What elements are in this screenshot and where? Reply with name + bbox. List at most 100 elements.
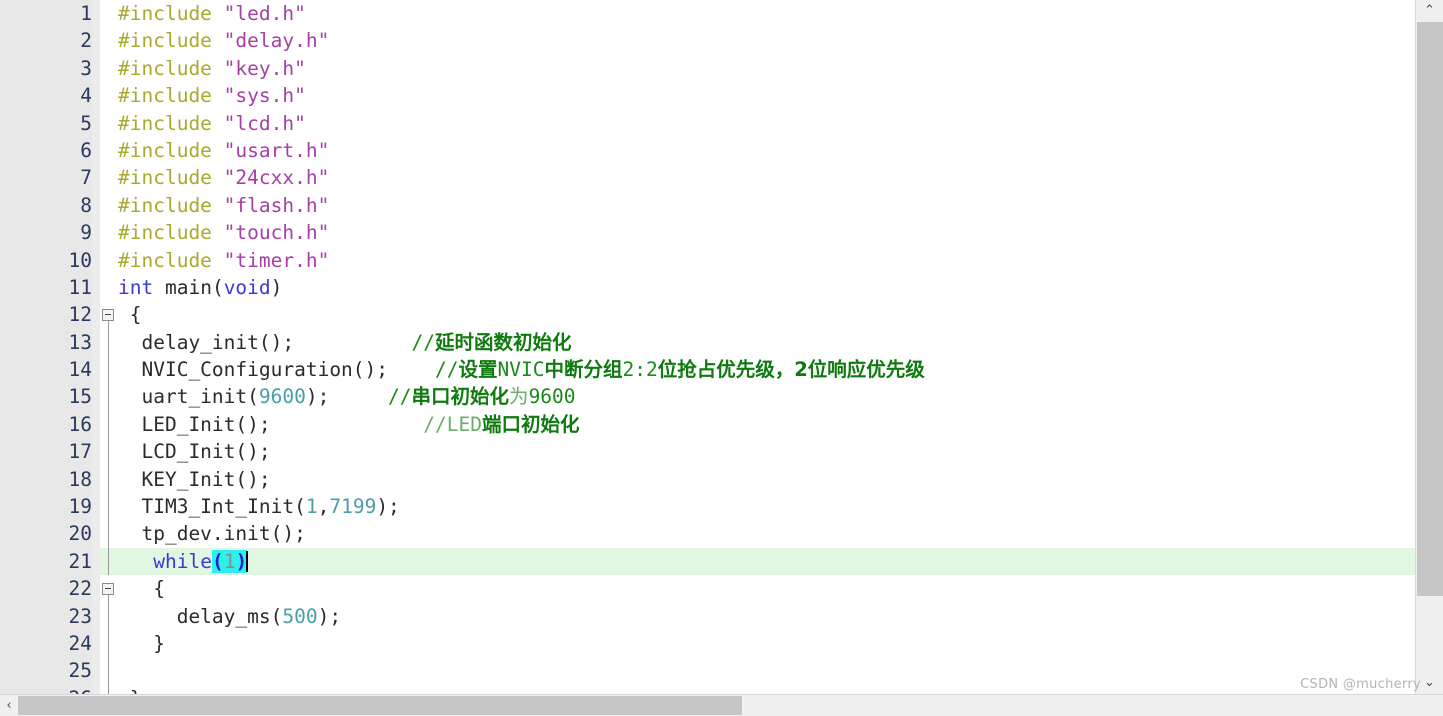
code-token: #include (118, 111, 224, 135)
fold-column[interactable] (100, 575, 118, 603)
code-line[interactable]: 15 uart_init(9600); //串口初始化为9600 (0, 383, 1415, 411)
code-token: #include (118, 29, 224, 53)
code-line[interactable]: 26 } (0, 684, 1415, 694)
code-token: ( (211, 549, 224, 573)
code-token: 串口初始化 (411, 385, 510, 409)
scroll-up-arrow-icon[interactable]: ⌃ (1416, 0, 1443, 22)
fold-column[interactable] (100, 465, 118, 494)
code-line[interactable]: 11 int main(void) (0, 273, 1415, 302)
fold-column[interactable] (100, 55, 118, 82)
fold-column[interactable] (100, 110, 118, 137)
vertical-scrollbar-thumb[interactable] (1417, 22, 1443, 596)
code-token: delay_ms( (118, 604, 283, 628)
code-line[interactable]: 25 (0, 657, 1415, 685)
horizontal-scrollbar-thumb[interactable] (18, 696, 742, 715)
fold-column[interactable] (100, 301, 118, 329)
code-token: ); (317, 604, 342, 628)
fold-column[interactable] (100, 657, 118, 685)
fold-column[interactable] (100, 328, 118, 357)
line-number: 10 (0, 246, 92, 274)
fold-column[interactable] (100, 438, 118, 466)
fold-guide-line (108, 629, 109, 658)
fold-guide-line (108, 328, 109, 357)
code-token: #include (118, 56, 224, 80)
code-line[interactable]: 9 #include "touch.h" (0, 219, 1415, 247)
fold-column[interactable] (100, 356, 118, 384)
code-line[interactable]: 16 LED_Init(); //LED端口初始化 (0, 410, 1415, 439)
code-line-text: LCD_Init(); (118, 438, 270, 465)
fold-column[interactable] (100, 493, 118, 521)
code-line[interactable]: 20 tp_dev.init(); (0, 520, 1415, 548)
fold-column[interactable] (100, 383, 118, 411)
gutter-separator (92, 328, 100, 357)
scroll-left-arrow-icon[interactable]: ‹ (0, 695, 18, 716)
code-line[interactable]: 7 #include "24cxx.h" (0, 164, 1415, 192)
fold-column[interactable] (100, 629, 118, 658)
code-token: #include (118, 221, 224, 245)
code-line[interactable]: 22 { (0, 575, 1415, 603)
code-token: 端口初始化 (481, 412, 580, 436)
line-number: 21 (0, 547, 92, 576)
fold-column[interactable] (100, 164, 118, 191)
code-token: delay_init(); (118, 330, 412, 354)
code-token: 设置 (458, 358, 498, 382)
code-line-list: 1 #include "led.h" 2 #include "delay.h" 3 #in… (0, 0, 1415, 694)
code-line[interactable]: 3 #include "key.h" (0, 54, 1415, 83)
code-line[interactable]: 12 { (0, 301, 1415, 329)
fold-column[interactable] (100, 602, 118, 630)
horizontal-scrollbar[interactable]: ‹ (0, 694, 1443, 716)
code-line[interactable]: 17 LCD_Init(); (0, 438, 1415, 466)
line-number: 24 (0, 629, 92, 658)
fold-guide-line (108, 383, 109, 411)
fold-column[interactable] (100, 410, 118, 439)
fold-column[interactable] (100, 82, 118, 109)
code-line[interactable]: 14 NVIC_Configuration(); //设置NVIC中断分组2:2… (0, 356, 1415, 384)
fold-column[interactable] (100, 274, 118, 301)
code-line[interactable]: 8 #include "flash.h" (0, 191, 1415, 220)
code-token: #include (118, 193, 224, 217)
fold-column[interactable] (100, 547, 118, 576)
code-line[interactable]: 21 while(1) (0, 547, 1415, 576)
code-line[interactable]: 24 } (0, 629, 1415, 658)
code-token: // (434, 358, 459, 382)
code-viewport[interactable]: 1 #include "led.h" 2 #include "delay.h" 3 #in… (0, 0, 1415, 694)
code-line[interactable]: 23 delay_ms(500); (0, 602, 1415, 630)
code-line[interactable]: 5 #include "lcd.h" (0, 109, 1415, 137)
line-number: 15 (0, 383, 92, 411)
line-number: 1 (0, 0, 92, 28)
fold-guide-line (108, 602, 109, 630)
gutter-separator (92, 301, 100, 329)
line-number: 5 (0, 109, 92, 137)
gutter-separator (92, 0, 100, 28)
fold-collapse-icon[interactable] (102, 583, 114, 596)
fold-column[interactable] (100, 192, 118, 219)
code-line[interactable]: 18 KEY_Init(); (0, 465, 1415, 494)
code-token: #include (118, 248, 224, 272)
fold-column[interactable] (100, 247, 118, 274)
code-line[interactable]: 2 #include "delay.h" (0, 27, 1415, 55)
fold-column[interactable] (100, 684, 118, 694)
code-token: NVIC_Configuration(); (118, 358, 435, 382)
fold-column[interactable] (100, 219, 118, 246)
code-token: #include (118, 2, 224, 25)
code-token: 9600 (528, 385, 576, 409)
gutter-separator (92, 27, 100, 55)
code-line-text: int main(void) (118, 274, 282, 301)
code-line[interactable]: 19 TIM3_Int_Init(1,7199); (0, 493, 1415, 521)
code-line[interactable]: 4 #include "sys.h" (0, 82, 1415, 110)
vertical-scrollbar[interactable]: ⌃ ⌄ (1415, 0, 1443, 694)
code-line[interactable]: 10 #include "timer.h" (0, 246, 1415, 274)
code-token: ) (270, 275, 283, 299)
fold-column[interactable] (100, 137, 118, 164)
code-line[interactable]: 6 #include "usart.h" (0, 136, 1415, 165)
code-token: "24cxx.h" (223, 166, 330, 190)
code-line[interactable]: 13 delay_init(); //延时函数初始化 (0, 328, 1415, 357)
code-line-text: delay_init(); //延时函数初始化 (118, 329, 571, 356)
fold-column[interactable] (100, 0, 118, 27)
code-line[interactable]: 1 #include "led.h" (0, 0, 1415, 28)
fold-column[interactable] (100, 27, 118, 54)
fold-column[interactable] (100, 520, 118, 548)
code-line-text: delay_ms(500); (118, 603, 341, 630)
fold-collapse-icon[interactable] (102, 309, 114, 322)
